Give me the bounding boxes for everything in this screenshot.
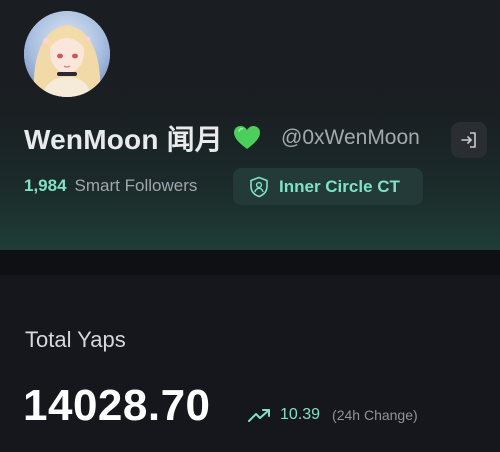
change-indicator: 10.39 (24h Change)	[248, 403, 418, 427]
profile-card: WenMoon 闻月 @0xWenMoon 1,984 Smart Follow…	[0, 0, 500, 250]
total-yaps-title: Total Yaps	[25, 327, 126, 352]
change-value: 10.39	[280, 406, 321, 423]
total-yaps-card: Total Yaps 14028.70 10.39 (24h Change)	[0, 275, 500, 452]
section-divider	[0, 250, 500, 275]
name-row: WenMoon 闻月 @0xWenMoon	[24, 116, 420, 160]
smart-followers-label: Smart Followers	[74, 176, 198, 195]
smart-followers[interactable]: 1,984 Smart Followers	[24, 168, 197, 204]
shield-badge-icon	[250, 176, 268, 197]
green-heart-icon	[233, 125, 261, 151]
trending-up-icon	[248, 409, 270, 422]
login-button[interactable]	[451, 122, 487, 158]
smart-followers-count: 1,984	[24, 176, 67, 195]
avatar-image	[24, 11, 110, 97]
change-label: (24h Change)	[332, 407, 418, 423]
inner-circle-label: Inner Circle CT	[279, 176, 400, 196]
sign-in-icon	[461, 132, 476, 148]
inner-circle-badge[interactable]: Inner Circle CT	[233, 168, 423, 205]
avatar[interactable]	[24, 11, 110, 97]
display-name: WenMoon 闻月	[24, 124, 224, 155]
total-yaps-value: 14028.70	[23, 381, 211, 430]
handle[interactable]: @0xWenMoon	[281, 126, 420, 150]
